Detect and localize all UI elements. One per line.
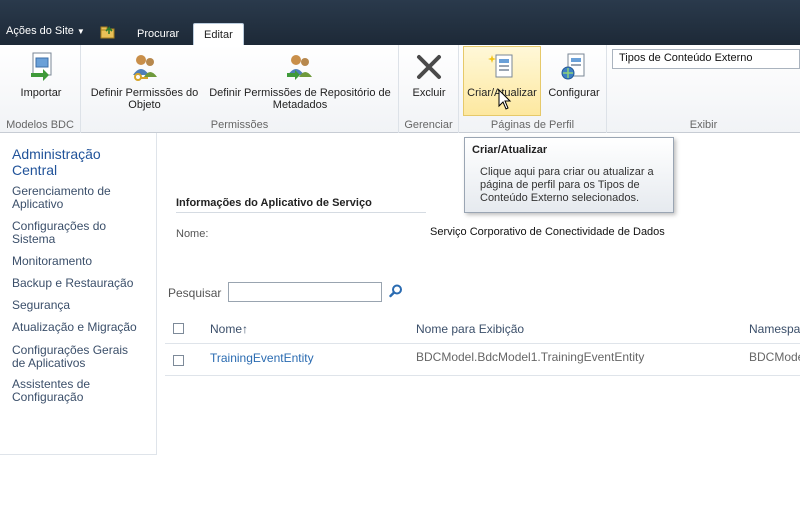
configure-page-icon <box>561 53 585 80</box>
group-paginas-de-perfil: Criar/Atualizar Configurar Páginas de Pe… <box>459 45 607 133</box>
table-row: TrainingEventEntity BDCModel.BdcModel1.T… <box>165 344 800 376</box>
tab-editar[interactable]: Editar <box>193 23 244 46</box>
set-metadata-store-permissions-label: Definir Permissões de Repositório de Met… <box>209 87 391 111</box>
set-object-permissions-label: Definir Permissões do Objeto <box>90 87 199 111</box>
row-display-name: BDCModel.BdcModel1.TrainingEventEntity <box>416 350 645 364</box>
create-update-tooltip: Criar/Atualizar Clique aqui para criar o… <box>464 137 674 213</box>
site-actions-menu[interactable]: Ações do Site ▼ <box>6 25 85 37</box>
nav-item-upgrade-migration[interactable]: Atualização e Migração <box>12 321 137 334</box>
section-divider <box>176 212 426 213</box>
tab-procurar[interactable]: Procurar <box>127 23 189 45</box>
row-name-link[interactable]: TrainingEventEntity <box>210 351 314 365</box>
chevron-down-icon: ▼ <box>76 27 85 36</box>
set-object-permissions-button[interactable]: Definir Permissões do Objeto <box>87 47 202 117</box>
tooltip-body: Clique aqui para criar ou atualizar a pá… <box>480 166 654 204</box>
column-header-name[interactable]: Nome↑ <box>210 322 248 336</box>
site-actions-label: Ações do Site <box>6 25 74 37</box>
group-label: Gerenciar <box>404 119 453 131</box>
nav-item-system-settings[interactable]: Configurações do Sistema <box>12 220 127 246</box>
column-header-namespace[interactable]: Namespa <box>749 322 800 336</box>
set-metadata-store-permissions-button[interactable]: Definir Permissões de Repositório de Met… <box>204 47 396 117</box>
configure-button[interactable]: Configurar <box>543 47 605 117</box>
nav-heading-central-admin[interactable]: Administração Central <box>12 146 122 178</box>
delete-button[interactable]: Excluir <box>404 47 454 117</box>
row-namespace: BDCMode <box>749 350 800 364</box>
import-icon <box>31 52 52 81</box>
nav-item-backup-restore[interactable]: Backup e Restauração <box>12 277 133 290</box>
group-modelos-bdc: Importar Modelos BDC <box>0 45 81 133</box>
import-button[interactable]: Importar <box>6 47 76 117</box>
grid-header: Nome↑ Nome para Exibição Namespa <box>165 314 800 344</box>
import-label: Importar <box>20 87 62 99</box>
tooltip-title: Criar/Atualizar <box>472 144 548 156</box>
nav-item-monitoring[interactable]: Monitoramento <box>12 255 92 268</box>
group-label: Modelos BDC <box>6 119 74 131</box>
group-gerenciar: Excluir Gerenciar <box>399 45 459 133</box>
group-permissoes: Definir Permissões do Objeto Definir Per… <box>81 45 399 133</box>
delete-label: Excluir <box>412 87 446 99</box>
name-label: Nome: <box>176 228 209 240</box>
nav-item-application-management[interactable]: Gerenciamento de Aplicativo <box>12 185 132 211</box>
name-value: Serviço Corporativo de Conectividade de … <box>430 226 665 238</box>
search-icon[interactable] <box>389 284 403 298</box>
left-navigation: Administração Central Gerenciamento de A… <box>0 133 157 455</box>
ribbon: Importar Modelos BDC Definir Permissões … <box>0 45 800 133</box>
group-label: Permissões <box>210 119 269 131</box>
view-combo[interactable]: Tipos de Conteúdo Externo <box>612 49 800 69</box>
navigate-up-icon[interactable] <box>100 25 116 39</box>
search-input[interactable] <box>228 282 382 302</box>
nav-item-general-app-settings[interactable]: Configurações Gerais de Aplicativos <box>12 344 137 370</box>
group-label: Exibir <box>689 119 718 131</box>
users-key-icon <box>132 55 157 81</box>
create-update-page-icon <box>488 54 513 78</box>
select-all-checkbox[interactable] <box>173 323 184 334</box>
users-permissions-icon <box>287 55 312 80</box>
row-checkbox[interactable] <box>173 355 184 366</box>
section-title: Informações do Aplicativo de Serviço <box>176 197 372 209</box>
delete-x-icon <box>417 55 441 79</box>
configure-label: Configurar <box>548 87 600 99</box>
nav-item-security[interactable]: Segurança <box>12 299 70 312</box>
mouse-cursor-icon <box>498 89 512 110</box>
search-label: Pesquisar <box>168 286 222 300</box>
nav-item-config-wizards[interactable]: Assistentes de Configuração <box>12 378 122 404</box>
group-label: Páginas de Perfil <box>490 119 575 131</box>
column-header-display-name[interactable]: Nome para Exibição <box>416 322 524 336</box>
top-bar: Ações do Site ▼ Procurar Editar <box>0 0 800 46</box>
